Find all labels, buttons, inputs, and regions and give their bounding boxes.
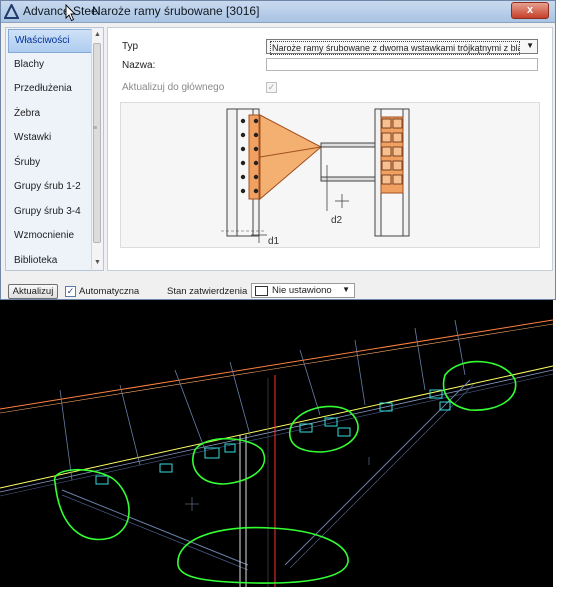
approval-status-value: Nie ustawiono <box>272 285 332 296</box>
name-input[interactable] <box>266 58 538 71</box>
dimension-label-d2: d2 <box>331 215 343 226</box>
sidebar-item-grupy-srub-1-2[interactable]: Grupy śrub 1-2 <box>8 176 92 200</box>
update-main-label: Aktualizuj do głównego <box>122 82 225 93</box>
sidebar-item-sruby[interactable]: Śruby <box>8 152 92 176</box>
connection-dialog: Advance Steel Naroże ramy śrubowane [301… <box>0 0 556 300</box>
cad-viewport[interactable] <box>0 300 554 587</box>
dropdown-arrow-icon: ▼ <box>526 41 534 50</box>
cad-drawing <box>0 319 554 587</box>
connection-drawing: d2 d1 <box>221 108 410 247</box>
scroll-thumb[interactable] <box>93 43 101 243</box>
type-select[interactable]: Naroże ramy śrubowane z dwoma wstawkami … <box>266 39 538 55</box>
close-button[interactable]: x <box>511 2 549 19</box>
mouse-cursor-icon <box>65 4 77 22</box>
window-title: Naroże ramy śrubowane [3016] <box>92 4 260 18</box>
sidebar-item-wlasciwosci[interactable]: Właściwości <box>8 29 92 53</box>
annotation-markup <box>54 360 517 584</box>
update-button[interactable]: Aktualizuj <box>8 284 58 299</box>
scroll-up-icon[interactable]: ▲ <box>92 29 103 41</box>
sidebar-scrollbar[interactable]: ▲ ≡ ▼ <box>91 29 102 269</box>
advance-steel-logo-icon <box>4 4 19 19</box>
connection-preview: d2 d1 <box>120 102 540 248</box>
sidebar-nav: Właściwości Blachy Przedłużenia Żebra Ws… <box>5 27 104 271</box>
sidebar-item-biblioteka[interactable]: Biblioteka <box>8 250 92 274</box>
name-label: Nazwa: <box>122 60 156 71</box>
scroll-down-icon[interactable]: ▼ <box>92 257 103 269</box>
sidebar-item-przedluzenia[interactable]: Przedłużenia <box>8 78 92 102</box>
properties-panel: Typ Naroże ramy śrubowane z dwoma wstawk… <box>107 27 553 271</box>
update-main-checkbox: ✓ <box>266 82 277 93</box>
sidebar-item-grupy-srub-3-4[interactable]: Grupy śrub 3-4 <box>8 201 92 225</box>
sidebar-item-wstawki[interactable]: Wstawki <box>8 127 92 151</box>
grip-icon: ≡ <box>93 125 98 132</box>
automatic-label: Automatyczna <box>79 286 140 297</box>
type-label: Typ <box>122 41 139 52</box>
sidebar-item-wzmocnienie[interactable]: Wzmocnienie <box>8 225 92 249</box>
dimension-label-d1: d1 <box>268 236 280 247</box>
sidebar-item-blachy[interactable]: Blachy <box>8 54 92 78</box>
title-bar[interactable]: Advance Steel Naroże ramy śrubowane [301… <box>1 1 555 23</box>
type-select-value: Naroże ramy śrubowane z dwoma wstawkami … <box>270 41 520 55</box>
approval-status-select[interactable]: Nie ustawiono ▼ <box>251 283 355 298</box>
automatic-checkbox[interactable]: ✓ <box>65 286 76 297</box>
sidebar-item-zebra[interactable]: Żebra <box>8 103 92 127</box>
dropdown-arrow-icon: ▼ <box>342 285 350 294</box>
status-color-swatch <box>255 286 268 296</box>
app-name: Advance Steel <box>23 4 101 18</box>
approval-status-label: Stan zatwierdzenia <box>167 286 248 297</box>
